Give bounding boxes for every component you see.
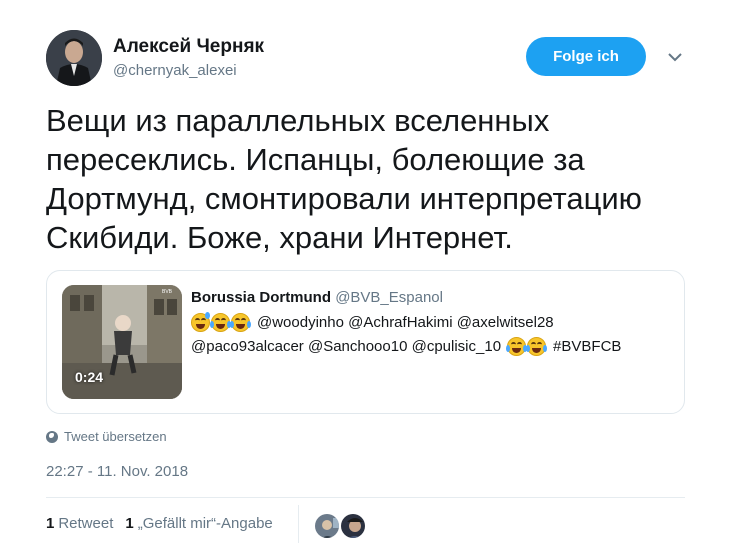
joy-emoji-icon: [230, 313, 251, 332]
retweets-count: 1: [46, 515, 55, 532]
likes-count: 1: [125, 515, 134, 532]
tweet-timestamp[interactable]: 22:27 - 11. Nov. 2018: [46, 463, 188, 480]
joy-emoji-icon: [526, 337, 548, 356]
follow-button[interactable]: Folge ich: [526, 37, 646, 76]
joy-emoji-icon: [506, 337, 528, 356]
likes-label: „Gefällt mir“-Angabe: [137, 515, 273, 532]
divider: [46, 497, 685, 498]
quoted-tweet-line-1: @woodyinho @AchrafHakimi @axelwitsel28: [191, 312, 554, 332]
quoted-author-handle[interactable]: @BVB_Espanol: [335, 289, 443, 306]
translate-tweet-link[interactable]: Tweet übersetzen: [46, 429, 167, 444]
chevron-down-icon[interactable]: [663, 48, 687, 66]
liker-avatar[interactable]: [339, 512, 367, 540]
video-duration: 0:24: [75, 369, 104, 385]
liker-avatar[interactable]: [313, 512, 341, 540]
retweets-label: Retweet: [58, 515, 114, 532]
author-name[interactable]: Алексей Черняк: [113, 36, 264, 58]
video-thumbnail[interactable]: BVB 0:24: [62, 285, 182, 399]
quoted-tweet-line-2: @paco93alcacer @Sanchooo10 @cpulisic_10 …: [191, 337, 621, 356]
tweet-stats: 1 Retweet 1 „Gefällt mir“-Angabe: [46, 515, 285, 532]
tweet-text: Вещи из параллельных вселенных пересекли…: [46, 103, 642, 255]
joy-emoji-icon: [210, 313, 231, 332]
sweat-smile-emoji-icon: [191, 312, 210, 332]
translate-label: Tweet übersetzen: [64, 429, 167, 444]
quoted-author-name[interactable]: Borussia Dortmund: [191, 289, 331, 306]
svg-text:BVB: BVB: [162, 289, 173, 295]
retweets-stat[interactable]: 1 Retweet: [46, 515, 113, 532]
quoted-tweet-header: Borussia Dortmund @BVB_Espanol: [191, 289, 443, 306]
tweet: Алексей Черняк @chernyak_alexei Folge ic…: [0, 0, 730, 550]
quoted-tweet-card[interactable]: BVB 0:24 Borussia Dortmund @BVB_Espanol …: [46, 270, 685, 414]
author-avatar[interactable]: [46, 30, 102, 86]
liker-avatars: [313, 512, 367, 540]
quoted-hashtag[interactable]: #BVBFCB: [553, 338, 621, 355]
likes-stat[interactable]: 1 „Gefällt mir“-Angabe: [125, 515, 272, 532]
globe-icon: [46, 430, 58, 443]
quoted-mentions-1: @woodyinho @AchrafHakimi @axelwitsel28: [257, 314, 554, 331]
stats-separator: [298, 505, 299, 543]
quoted-mentions-2: @paco93alcacer @Sanchooo10 @cpulisic_10: [191, 338, 502, 355]
author-handle[interactable]: @chernyak_alexei: [113, 62, 237, 79]
